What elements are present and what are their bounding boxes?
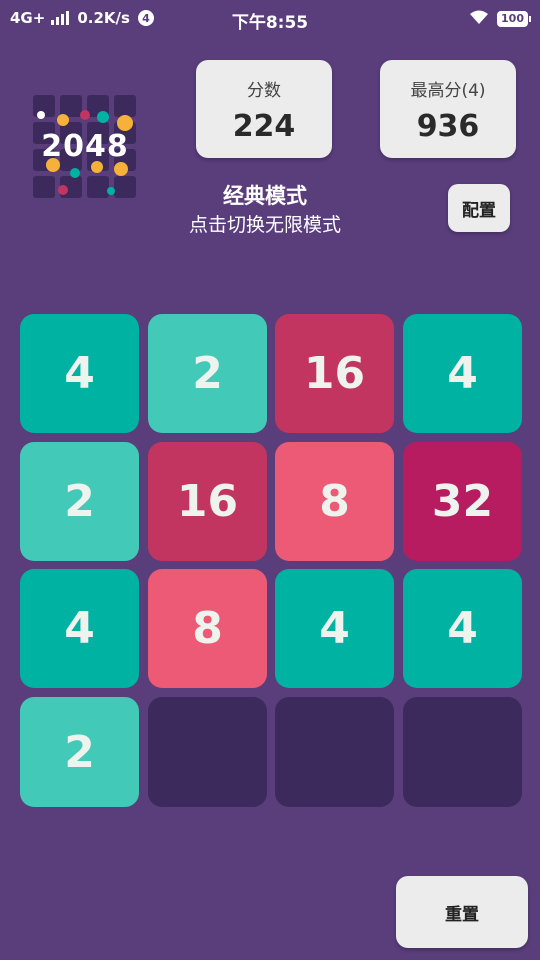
status-bar: 4G+ 0.2K/s 4 下午8:55 100 — [0, 0, 540, 36]
tile-16: 16 — [148, 442, 267, 561]
score-label: 分数 — [247, 81, 281, 101]
tile-2: 2 — [148, 314, 267, 433]
tile-4: 4 — [20, 314, 139, 433]
best-score-box: 最高分(4) 936 — [380, 60, 516, 158]
reset-button[interactable]: 重置 — [396, 876, 528, 948]
game-logo: 2048 — [33, 95, 137, 199]
best-score-value: 936 — [416, 109, 480, 144]
score-box: 分数 224 — [196, 60, 332, 158]
tile-4: 4 — [403, 314, 522, 433]
tile-2: 2 — [20, 442, 139, 561]
config-button[interactable]: 配置 — [448, 184, 510, 232]
status-right: 100 — [469, 9, 531, 29]
mode-title[interactable]: 经典模式 — [150, 180, 380, 210]
score-value: 224 — [232, 109, 296, 144]
tile-16: 16 — [275, 314, 394, 433]
mode-toggle-hint[interactable]: 点击切换无限模式 — [150, 210, 380, 237]
empty-cell — [148, 697, 267, 807]
logo-text: 2048 — [41, 129, 129, 164]
tile-32: 32 — [403, 442, 522, 561]
best-score-label: 最高分(4) — [410, 81, 486, 101]
tile-4: 4 — [403, 569, 522, 688]
battery-icon: 100 — [497, 11, 531, 27]
tile-8: 8 — [148, 569, 267, 688]
empty-cell — [403, 697, 522, 807]
empty-cell — [275, 697, 394, 807]
tile-4: 4 — [275, 569, 394, 688]
tile-4: 4 — [20, 569, 139, 688]
clock: 下午8:55 — [231, 13, 309, 33]
wifi-icon — [469, 9, 489, 29]
tile-8: 8 — [275, 442, 394, 561]
tile-2: 2 — [20, 697, 139, 807]
